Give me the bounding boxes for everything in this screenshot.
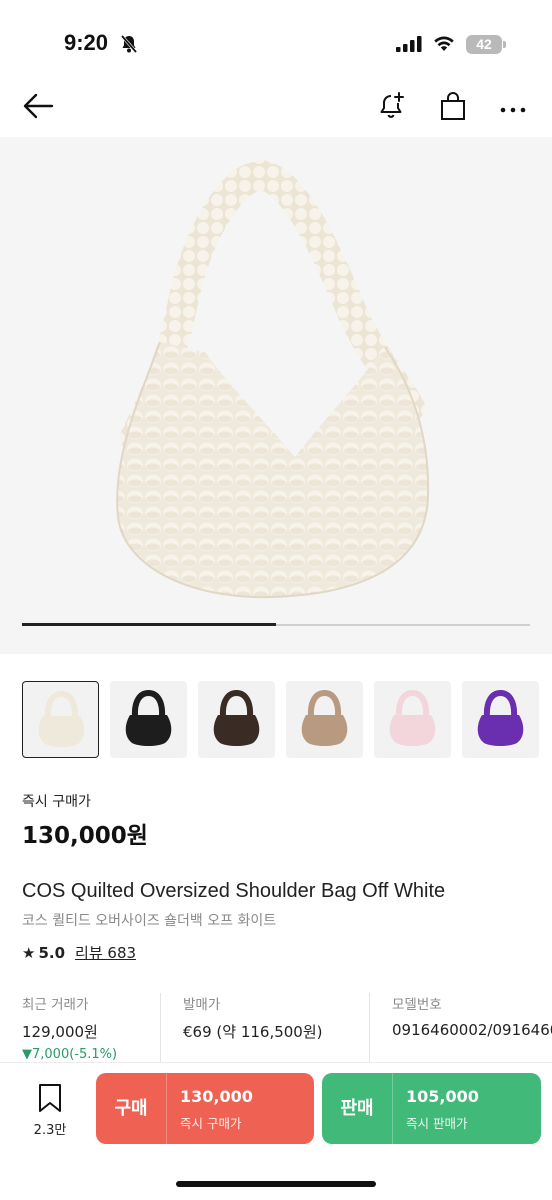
battery-level: 42: [466, 35, 502, 54]
arrow-left-icon: [22, 92, 54, 124]
recent-price-change: ▼7,000(-5.1%): [22, 1047, 118, 1062]
bag-thumbnail-icon: [477, 689, 524, 746]
sell-label: 판매: [340, 1098, 374, 1119]
recent-price-block: 최근 거래가 129,000원 ▼7,000(-5.1%): [22, 993, 152, 1063]
color-thumbnail-beige[interactable]: [286, 681, 363, 758]
more-icon: [500, 99, 526, 118]
model-number-label: 모델번호: [392, 997, 442, 1013]
product-title-korean: 코스 퀼티드 오버사이즈 숄더백 오프 화이트: [22, 913, 277, 929]
bag-thumbnail-icon: [389, 689, 436, 746]
cellular-signal-icon: [396, 36, 422, 56]
color-thumbnails: [22, 681, 552, 759]
bag-thumbnail-icon: [213, 689, 260, 746]
info-divider: [369, 993, 370, 1063]
top-nav: [0, 80, 552, 136]
release-price-block: 발매가 €69 (약 116,500원): [183, 993, 363, 1063]
model-number-value: 0916460002/0916460001: [392, 1021, 552, 1039]
bag-thumbnail-icon: [38, 690, 85, 747]
bookmark-button[interactable]: 2.3만: [22, 1083, 78, 1139]
status-time: 9:20: [64, 30, 109, 55]
bell-off-icon: [120, 34, 138, 58]
buy-label: 구매: [114, 1098, 148, 1119]
release-price-value: €69 (약 116,500원): [183, 1023, 323, 1041]
back-button[interactable]: [20, 90, 56, 126]
rating-row: ★ 5.0 리뷰 683: [22, 942, 136, 963]
color-thumbnail-brown[interactable]: [198, 681, 275, 758]
sell-sublabel: 즉시 판매가: [406, 1116, 468, 1131]
color-thumbnail-purple[interactable]: [462, 681, 539, 758]
bookmark-icon: [37, 1084, 63, 1117]
model-number-block: 모델번호 0916460002/0916460001: [392, 993, 552, 1063]
status-bar: 9:20 42: [0, 0, 552, 80]
sell-button[interactable]: 판매 105,000 즉시 판매가: [322, 1073, 541, 1144]
shopping-bag-button[interactable]: [435, 90, 471, 126]
buy-amount: 130,000: [180, 1087, 253, 1106]
bag-thumbnail-icon: [125, 689, 172, 746]
buy-button[interactable]: 구매 130,000 즉시 구매가: [96, 1073, 314, 1144]
recent-price-label: 최근 거래가: [22, 997, 89, 1013]
color-thumbnail-off-white[interactable]: [22, 681, 99, 758]
bell-plus-icon: [378, 91, 408, 125]
release-price-label: 발매가: [183, 997, 221, 1013]
instant-buy-price: 130,000원: [22, 823, 148, 849]
review-link[interactable]: 리뷰 683: [75, 942, 136, 963]
bookmark-count: 2.3만: [33, 1123, 67, 1138]
buy-separator: [166, 1073, 167, 1144]
battery-nub: [503, 41, 506, 48]
home-indicator[interactable]: [176, 1181, 376, 1187]
shopping-bag-icon: [439, 91, 467, 125]
sell-amount: 105,000: [406, 1087, 479, 1106]
more-button[interactable]: [495, 90, 531, 126]
recent-price-value: 129,000원: [22, 1023, 98, 1041]
wifi-icon: [432, 34, 456, 56]
info-divider: [160, 993, 161, 1063]
instant-buy-price-label: 즉시 구매가: [22, 794, 91, 810]
color-thumbnail-pink[interactable]: [374, 681, 451, 758]
buy-sublabel: 즉시 구매가: [180, 1116, 242, 1131]
star-icon: ★: [22, 943, 36, 962]
bag-thumbnail-icon: [301, 689, 348, 746]
color-thumbnail-black[interactable]: [110, 681, 187, 758]
sell-separator: [392, 1073, 393, 1144]
product-image[interactable]: [0, 137, 552, 654]
alert-add-button[interactable]: [375, 90, 411, 126]
gallery-progress-fill: [22, 623, 276, 626]
rating-value: 5.0: [38, 943, 66, 962]
product-title: COS Quilted Oversized Shoulder Bag Off W…: [22, 880, 446, 902]
